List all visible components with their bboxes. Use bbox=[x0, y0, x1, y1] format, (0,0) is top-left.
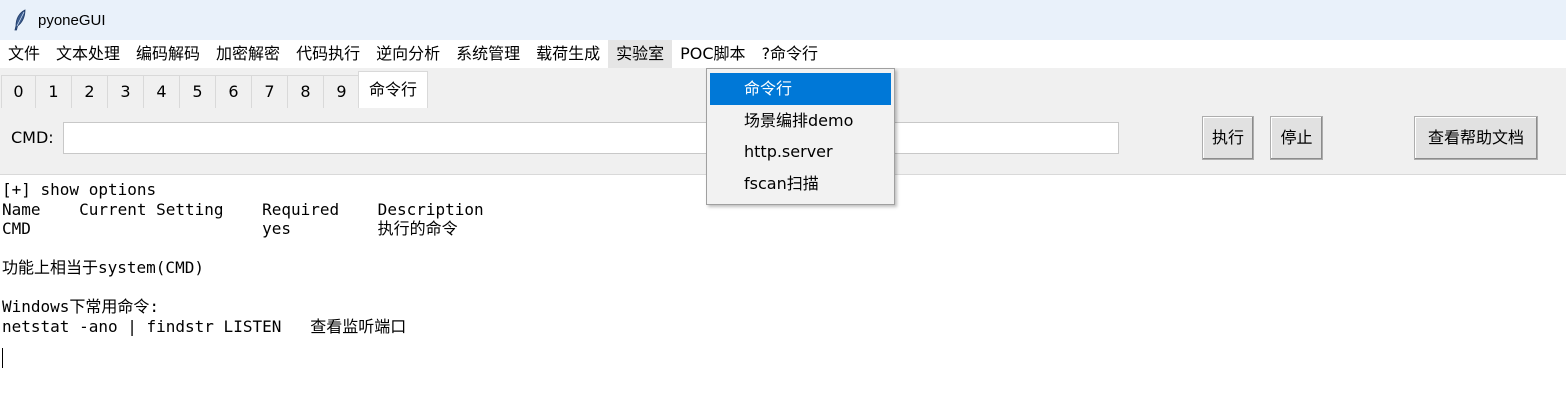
tab-3[interactable]: 3 bbox=[107, 75, 144, 108]
output-textarea[interactable]: [+] show options Name Current Setting Req… bbox=[0, 176, 1566, 395]
menu-encode-decode[interactable]: 编码解码 bbox=[128, 40, 208, 68]
tab-8[interactable]: 8 bbox=[287, 75, 324, 108]
menu-cmd-help[interactable]: ?命令行 bbox=[754, 40, 827, 68]
tab-7[interactable]: 7 bbox=[251, 75, 288, 108]
cmd-input[interactable] bbox=[63, 122, 1119, 154]
menu-reverse-analysis[interactable]: 逆向分析 bbox=[368, 40, 448, 68]
tab-2[interactable]: 2 bbox=[71, 75, 108, 108]
menu-poc-scripts[interactable]: POC脚本 bbox=[672, 40, 753, 68]
menu-code-exec[interactable]: 代码执行 bbox=[288, 40, 368, 68]
menu-encrypt-decrypt[interactable]: 加密解密 bbox=[208, 40, 288, 68]
tab-4[interactable]: 4 bbox=[143, 75, 180, 108]
tab-9[interactable]: 9 bbox=[323, 75, 360, 108]
menu-bar: 文件 文本处理 编码解码 加密解密 代码执行 逆向分析 系统管理 载荷生成 实验… bbox=[0, 40, 1566, 68]
stop-button[interactable]: 停止 bbox=[1270, 116, 1323, 160]
text-caret bbox=[2, 348, 3, 368]
output-line: CMD yes 执行的命令 bbox=[2, 219, 458, 238]
dropdown-item-http-server[interactable]: http.server bbox=[710, 136, 891, 168]
run-button[interactable]: 执行 bbox=[1202, 116, 1254, 160]
menu-system-management[interactable]: 系统管理 bbox=[448, 40, 528, 68]
output-line: 功能上相当于system(CMD) bbox=[2, 258, 204, 277]
dropdown-item-cmd[interactable]: 命令行 bbox=[710, 73, 891, 105]
cmd-label: CMD: bbox=[11, 128, 54, 147]
menu-text-processing[interactable]: 文本处理 bbox=[48, 40, 128, 68]
help-docs-button[interactable]: 查看帮助文档 bbox=[1414, 116, 1538, 160]
window-title: pyoneGUI bbox=[38, 11, 106, 29]
output-line: netstat -ano | findstr LISTEN 查看监听端口 bbox=[2, 316, 407, 336]
tab-6[interactable]: 6 bbox=[215, 75, 252, 108]
menu-file[interactable]: 文件 bbox=[0, 40, 48, 68]
output-line: Windows下常用命令: bbox=[2, 297, 160, 316]
tab-5[interactable]: 5 bbox=[179, 75, 216, 108]
menu-payload-gen[interactable]: 载荷生成 bbox=[528, 40, 608, 68]
menu-lab[interactable]: 实验室 bbox=[608, 40, 673, 68]
dropdown-item-scenario-demo[interactable]: 场景编排demo bbox=[710, 105, 891, 137]
tab-1[interactable]: 1 bbox=[35, 75, 72, 108]
feather-icon bbox=[12, 8, 28, 32]
title-bar: pyoneGUI bbox=[0, 0, 1566, 40]
lab-dropdown-menu: 命令行 场景编排demo http.server fscan扫描 bbox=[706, 68, 895, 205]
tab-0[interactable]: 0 bbox=[1, 75, 36, 108]
tab-cmd[interactable]: 命令行 bbox=[358, 71, 428, 108]
dropdown-item-fscan[interactable]: fscan扫描 bbox=[710, 168, 891, 200]
